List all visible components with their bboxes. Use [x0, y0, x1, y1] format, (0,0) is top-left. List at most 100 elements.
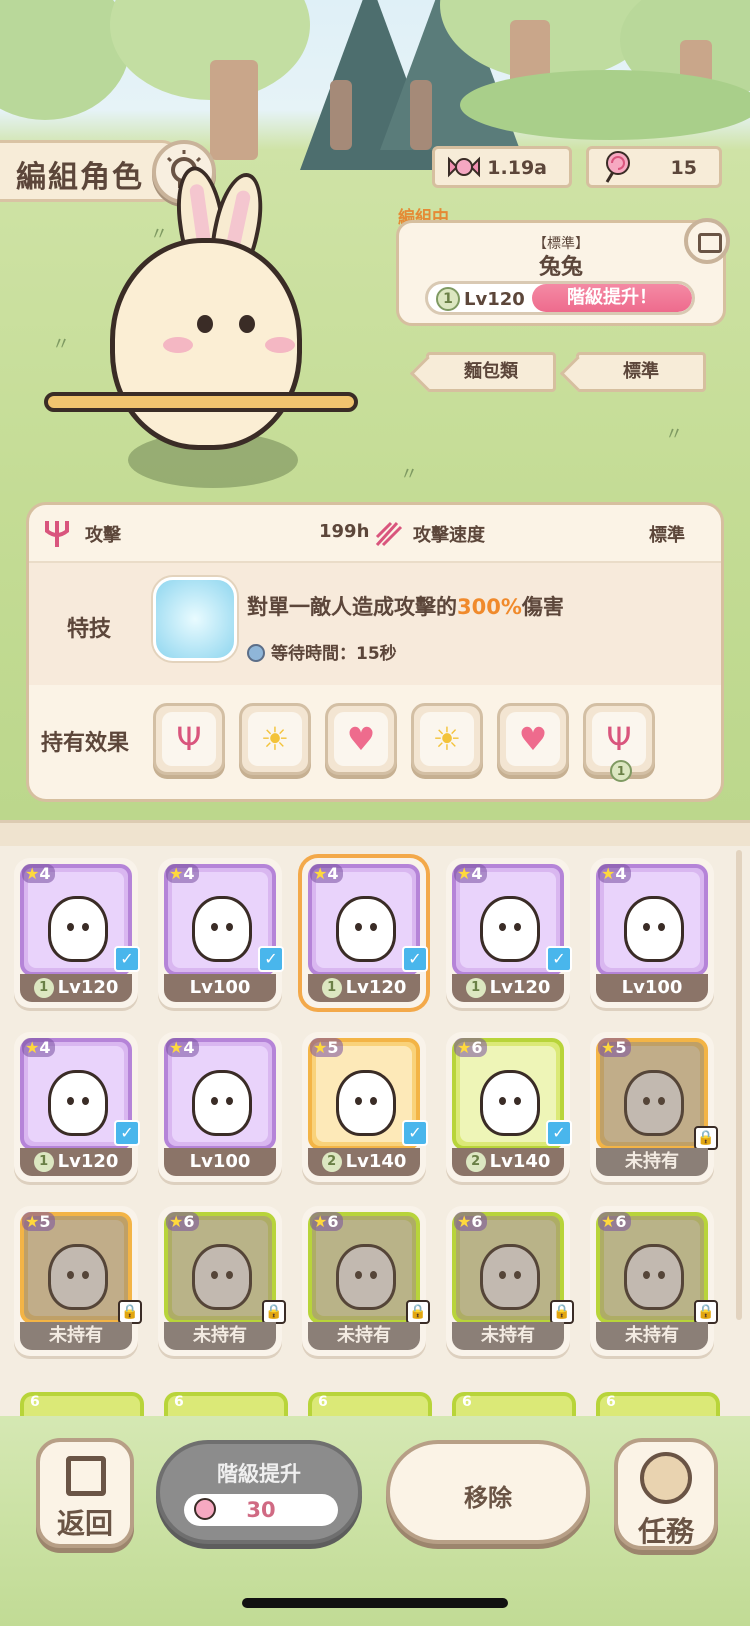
- in-party-check-icon: ✓: [114, 946, 140, 972]
- star-count: 6: [318, 1394, 328, 1410]
- effect-slot-3[interactable]: ♥: [325, 703, 397, 775]
- roster-card[interactable]: ★6 🔒 未持有: [446, 1206, 574, 1356]
- roster-card[interactable]: ★4 ✓ 1 Lv120: [14, 858, 140, 1008]
- roster-card[interactable]: ★5 🔒 未持有: [14, 1206, 142, 1356]
- star-icon: ★: [457, 1212, 472, 1231]
- lock-icon: 🔒: [118, 1300, 142, 1324]
- star-icon: ★: [313, 1212, 328, 1231]
- card-level: 2 Lv140: [452, 1148, 564, 1176]
- star-rating: ★6: [598, 1212, 632, 1231]
- level-text: Lv140: [489, 1151, 551, 1172]
- level-label: 1 Lv120: [436, 287, 525, 311]
- category-tag-bread[interactable]: 麵包類: [426, 352, 556, 392]
- card-bg: [28, 1220, 124, 1316]
- card-level: 1 Lv120: [20, 1148, 132, 1176]
- level-text: Lv120: [345, 977, 407, 998]
- effects-row: 持有效果 Ψ ☀ ♥ ☀ ♥ Ψ 1: [29, 685, 721, 799]
- tier-badge: 1: [321, 978, 342, 998]
- character-face: [624, 896, 684, 962]
- star-count: 5: [327, 1038, 339, 1057]
- skill-wait-time: 等待時間：15秒: [247, 639, 397, 664]
- roster-card[interactable]: ★6 🔒 未持有: [590, 1206, 718, 1356]
- sun-badge-icon: ☀: [420, 712, 474, 766]
- lock-icon: 🔒: [694, 1126, 718, 1150]
- effect-slot-2[interactable]: ☀: [239, 703, 311, 775]
- card-level: 未持有: [596, 1322, 708, 1350]
- trident-icon: Ψ: [162, 712, 216, 766]
- character-face: [48, 1244, 108, 1310]
- back-button[interactable]: 返回: [36, 1438, 134, 1548]
- blush-left: [163, 337, 193, 353]
- skill-icon[interactable]: [153, 577, 237, 661]
- skill-row: 特技 對單一敵人造成攻擊的300%傷害 等待時間：15秒: [29, 563, 721, 685]
- star-count: 4: [327, 864, 339, 883]
- star-icon: ★: [313, 864, 328, 883]
- category-tag-standard[interactable]: 標準: [576, 352, 706, 392]
- level-text: 未持有: [625, 1325, 679, 1346]
- star-count: 6: [471, 1212, 483, 1231]
- lollipop-icon: [194, 1498, 216, 1520]
- remove-button[interactable]: 移除: [386, 1440, 590, 1544]
- lock-icon: 🔒: [694, 1300, 718, 1324]
- wait-time-text: 等待時間：15秒: [271, 644, 397, 664]
- card-level: Lv100: [596, 974, 708, 1002]
- roster-card[interactable]: ★4 ✓ 1 Lv120: [14, 1032, 140, 1182]
- roster-card[interactable]: ★4 ✓ 1 Lv120: [302, 858, 428, 1008]
- roster-scrollbar[interactable]: [736, 850, 742, 1320]
- roster-card[interactable]: ★6 🔒 未持有: [158, 1206, 286, 1356]
- card-level: 未持有: [20, 1322, 132, 1350]
- photo-button[interactable]: [684, 218, 730, 264]
- candy-currency: 1.19a: [432, 146, 572, 188]
- skill-percent: 300%: [457, 595, 522, 619]
- star-rating: ★6: [310, 1212, 344, 1231]
- character-face: [336, 1070, 396, 1136]
- level-text: Lv120: [489, 977, 551, 998]
- skill-description: 對單一敵人造成攻擊的300%傷害: [247, 591, 564, 621]
- roster-card[interactable]: ★5 🔒 未持有: [590, 1032, 718, 1182]
- tier-badge: 2: [321, 1152, 342, 1172]
- skill-label: 特技: [67, 617, 112, 642]
- effect-slot-4[interactable]: ☀: [411, 703, 483, 775]
- rank-upgrade-button[interactable]: 階級提升 30: [156, 1440, 362, 1544]
- character-face: [480, 896, 540, 962]
- effect-slot-1[interactable]: Ψ: [153, 703, 225, 775]
- trident-icon: [45, 521, 69, 547]
- effect-slot-6[interactable]: Ψ 1: [583, 703, 655, 782]
- stats-panel: 攻擊 199h 攻擊速度 標準 特技 對單一敵人造成攻擊的300%傷害 等待時間…: [26, 502, 724, 802]
- level-text: 未持有: [481, 1325, 535, 1346]
- star-count: 4: [615, 864, 627, 883]
- card-level: 未持有: [452, 1322, 564, 1350]
- character-face: [48, 896, 108, 962]
- rank-up-button[interactable]: 階級提升！: [532, 284, 692, 312]
- skill-desc-suffix: 傷害: [521, 595, 564, 619]
- card-level: 1 Lv120: [452, 974, 564, 1002]
- star-rating: ★5: [310, 1038, 344, 1057]
- level-text: Lv120: [57, 1151, 119, 1172]
- mission-button[interactable]: 任務: [614, 1438, 718, 1550]
- star-icon: ★: [457, 864, 472, 883]
- roster-card[interactable]: ★4 Lv100: [590, 858, 714, 1008]
- tier-badge: 2: [465, 1152, 486, 1172]
- tier-badge: 1: [33, 978, 54, 998]
- card-level: 未持有: [164, 1322, 276, 1350]
- star-count: 5: [39, 1212, 51, 1231]
- star-count: 6: [174, 1394, 184, 1410]
- roster-card[interactable]: ★4 ✓ Lv100: [158, 858, 284, 1008]
- star-count: 4: [39, 864, 51, 883]
- star-rating: ★4: [22, 864, 56, 883]
- star-count: 4: [183, 864, 195, 883]
- roster-card[interactable]: ★4 ✓ 1 Lv120: [446, 858, 572, 1008]
- star-rating: ★6: [454, 1212, 488, 1231]
- star-icon: ★: [25, 864, 40, 883]
- party-info-card: 【標準】 兔兔 1 Lv120 階級提升！: [396, 220, 726, 326]
- roster-card[interactable]: ★5 ✓ 2 Lv140: [302, 1032, 428, 1182]
- card-bg: [604, 1046, 700, 1142]
- roster-card[interactable]: ★6 🔒 未持有: [302, 1206, 430, 1356]
- card-bg: [316, 1220, 412, 1316]
- effect-slot-5[interactable]: ♥: [497, 703, 569, 775]
- skill-desc-text: 對單一敵人造成攻擊的: [247, 595, 457, 619]
- attack-row: 攻擊 199h 攻擊速度 標準: [29, 505, 721, 563]
- character-face: [336, 896, 396, 962]
- roster-card[interactable]: ★6 ✓ 2 Lv140: [446, 1032, 572, 1182]
- roster-card[interactable]: ★4 Lv100: [158, 1032, 282, 1182]
